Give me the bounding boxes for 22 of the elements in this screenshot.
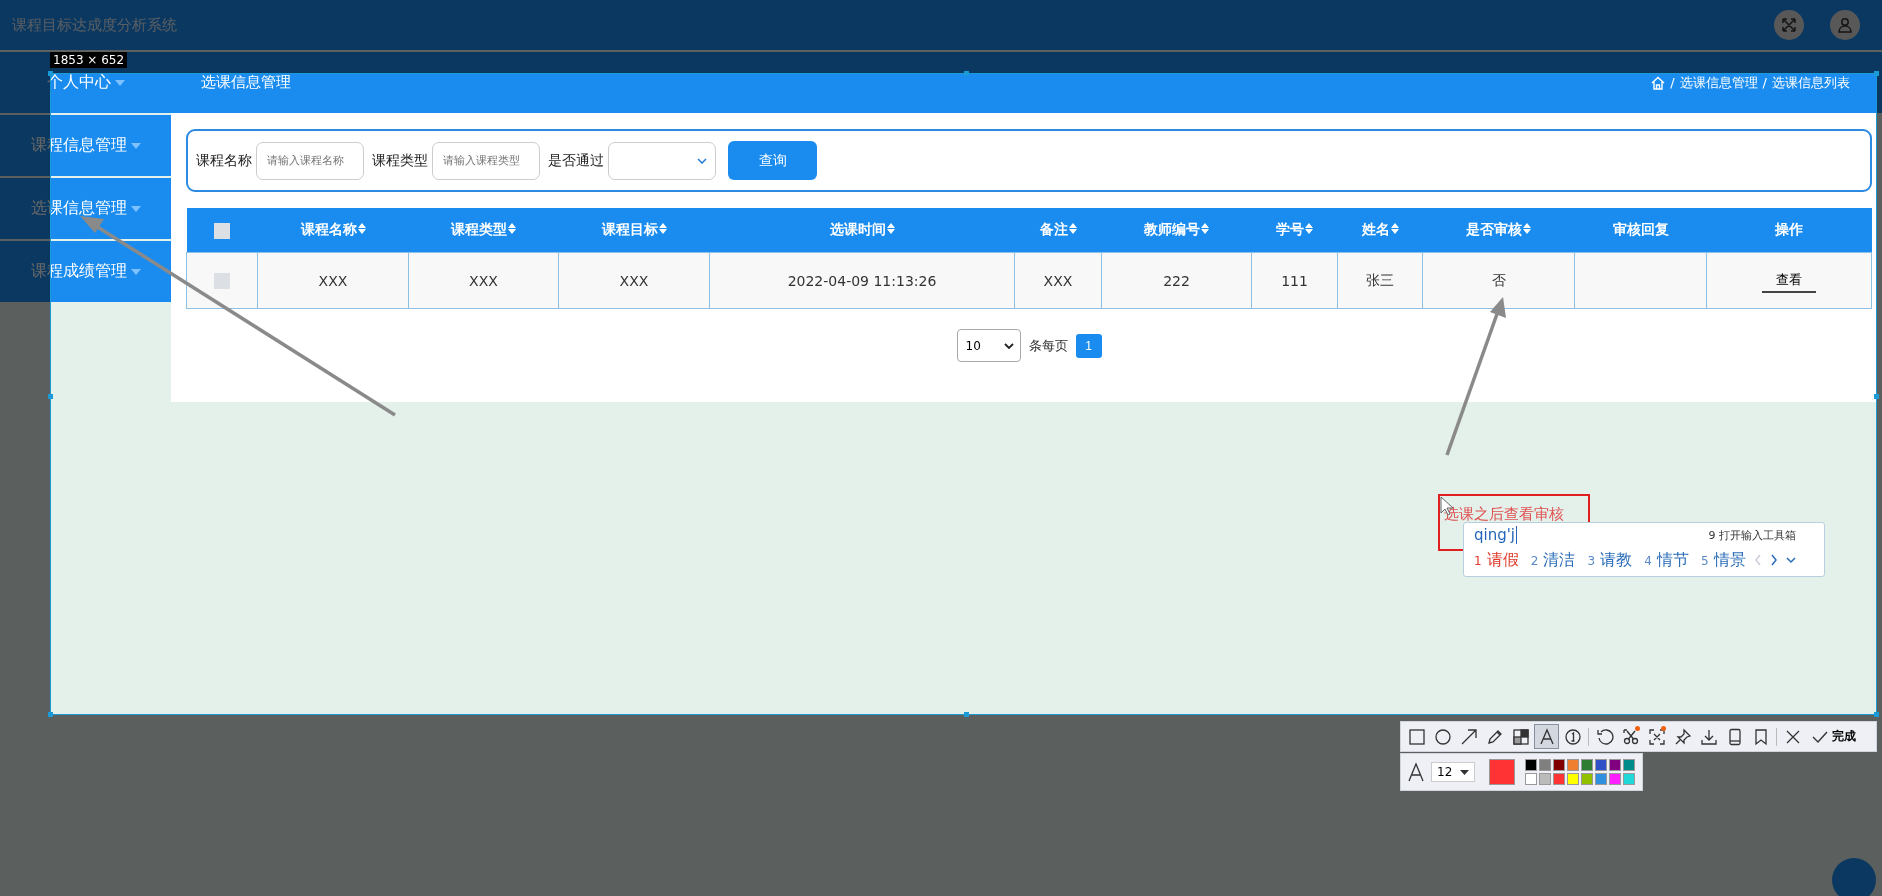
page-title: 选课信息管理 bbox=[201, 73, 291, 92]
column-header: 审核回复 bbox=[1574, 208, 1707, 253]
table-cell: 222 bbox=[1101, 252, 1252, 309]
field-label: 课程类型 bbox=[372, 151, 428, 170]
ime-input-text: qing'j bbox=[1474, 526, 1517, 544]
annotation-text: 选课之后查看审核 bbox=[1444, 505, 1564, 524]
table-cell: XXX bbox=[257, 252, 409, 309]
app-title: 课程目标达成度分析系统 bbox=[12, 15, 177, 35]
table-cell: XXX bbox=[408, 252, 559, 309]
field-label: 是否通过 bbox=[548, 151, 604, 170]
table-cell: 否 bbox=[1422, 252, 1575, 309]
breadcrumb-separator: / bbox=[1670, 75, 1675, 90]
field-label: 课程名称 bbox=[196, 151, 252, 170]
size-label: 1853 × 652 bbox=[50, 52, 128, 68]
table-cell: 张三 bbox=[1337, 252, 1423, 309]
table-cell: 2022-04-09 11:13:26 bbox=[709, 252, 1015, 309]
page-size-label: 条每页 bbox=[1028, 336, 1068, 355]
table-cell: XXX bbox=[558, 252, 710, 309]
breadcrumb-separator: / bbox=[1762, 75, 1767, 90]
column-header: 操作 bbox=[1706, 208, 1872, 253]
table-cell: 111 bbox=[1251, 252, 1338, 309]
table-cell: XXX bbox=[1014, 252, 1102, 309]
